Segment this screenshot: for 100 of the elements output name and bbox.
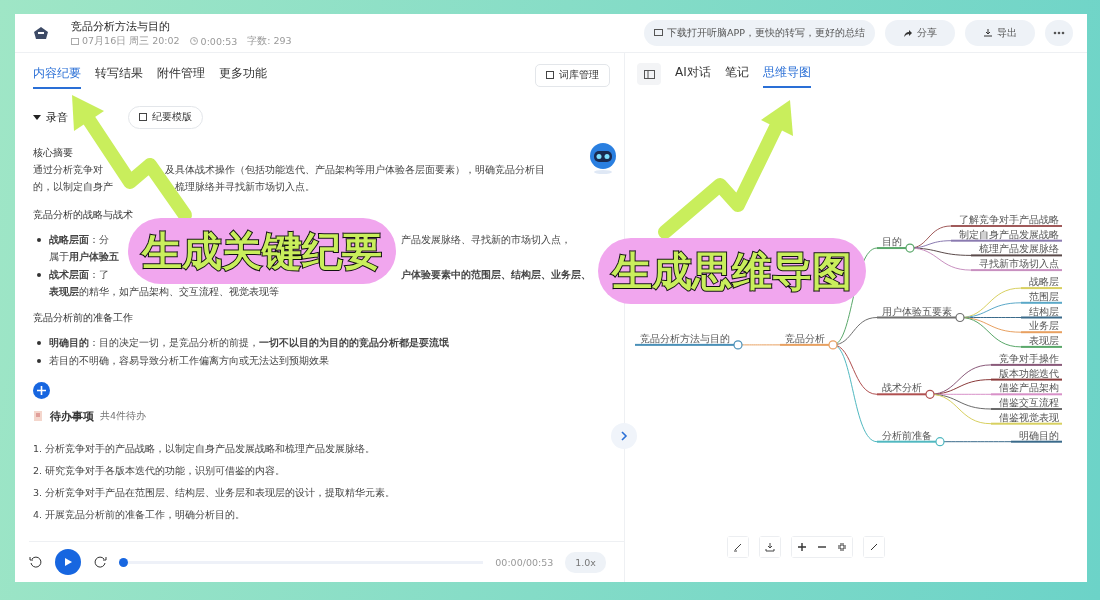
pencil-icon (733, 542, 743, 552)
node-label[interactable]: 竞争对手操作 (999, 352, 1059, 364)
calendar-icon (71, 37, 79, 45)
node-label[interactable]: 用户体验五要素 (882, 305, 952, 317)
bullet-text: 表现层的精华，如产品架构、交互流程、视觉表现等 (49, 285, 279, 299)
panel-tab[interactable]: 笔记 (724, 60, 749, 88)
content-tab[interactable]: 更多功能 (219, 61, 267, 89)
bullet-text: 战略层面：分 (49, 233, 109, 247)
todo-title: 待办事项 (50, 408, 94, 424)
annotation-sticker: 生成思维导图 (598, 238, 866, 304)
node-label[interactable]: 范围层 (1029, 290, 1059, 302)
node-label[interactable]: 业务层 (1029, 320, 1059, 332)
bullet-text: 战术层面：了 (49, 268, 109, 282)
todo-item: 1. 分析竞争对手的产品战略，以制定自身产品发展战略和梳理产品发展脉络。 (33, 442, 377, 456)
summary-text: 梳理脉络并寻找新市场切入点。 (175, 180, 315, 194)
bullet-dot (37, 340, 41, 345)
content-tab[interactable]: 内容纪要 (33, 61, 81, 89)
diagonal-icon (870, 543, 878, 551)
panel-tab[interactable]: 思维导图 (762, 60, 811, 88)
minus-icon (818, 543, 826, 551)
node-circle[interactable] (925, 389, 935, 399)
annotation-sticker: 生成关键纪要 (128, 218, 396, 284)
node-label[interactable]: 目的 (882, 236, 902, 248)
panel-icon (643, 69, 655, 79)
add-button[interactable] (33, 382, 50, 399)
plus-icon (798, 543, 806, 551)
summary-text: 通过分析竞争对 (33, 163, 103, 177)
bullet-dot (37, 272, 41, 277)
node-label[interactable]: 借鉴产品架构 (999, 382, 1059, 394)
bullet-text: 若目的不明确，容易导致分析工作偏离方向或无法达到预期效果 (49, 354, 329, 368)
content-tab[interactable]: 转写结果 (95, 61, 143, 89)
share-button[interactable]: 分享 (885, 20, 955, 46)
node-label[interactable]: 制定自身产品发展战略 (959, 228, 1059, 240)
rewind-icon[interactable] (29, 555, 43, 569)
download-icon (765, 542, 775, 552)
caret-icon (33, 113, 41, 121)
todo-count: 共4件待办 (100, 409, 147, 423)
glossary-button[interactable]: 词库管理 (535, 63, 610, 87)
node-circle[interactable] (935, 437, 945, 447)
export-button[interactable]: 导出 (965, 20, 1035, 46)
node-label[interactable]: 了解竞争对手产品战略 (959, 214, 1059, 225)
node-label[interactable]: 战术分析 (882, 382, 922, 394)
node-circle[interactable] (733, 340, 743, 350)
notepad-icon (33, 410, 44, 422)
todo-item: 4. 开展竞品分析前的准备工作，明确分析目的。 (33, 508, 247, 522)
todo-item: 3. 分析竞争对手产品在范围层、结构层、业务层和表现层的设计，提取精华元素。 (33, 486, 397, 500)
content-tab[interactable]: 附件管理 (157, 61, 205, 89)
summary-text: 及具体战术操作（包括功能迭代、产品架构等用户体验各层面要素），明确竞品分析目 (165, 163, 545, 177)
node-circle[interactable] (955, 312, 965, 323)
chevron-right-icon (619, 431, 629, 441)
node-circle[interactable] (828, 340, 838, 350)
bullet-text: 属于用户体验五 (49, 250, 119, 264)
node-label[interactable]: 梳理产品发展脉络 (979, 243, 1059, 255)
todo-item: 2. 研究竞争对手各版本迭代的功能，识别可借鉴的内容。 (33, 464, 287, 478)
plus-icon (37, 386, 46, 395)
bullet-text: 明确目的：目的决定一切，是竞品分析的前提，一切不以目的为目的的竞品分析都是耍流氓 (49, 336, 449, 350)
playback-time: 00:00/00:53 (495, 556, 554, 568)
summary-text: 的，以制定自身产 (33, 180, 113, 194)
node-label[interactable]: 寻找新市场切入点 (979, 258, 1059, 270)
panel-tab[interactable]: AI对话 (675, 60, 711, 88)
clock-icon (189, 37, 198, 45)
date-text: 07月16日 周三 20:02 (82, 34, 180, 48)
template-button[interactable]: 纪要模版 (128, 105, 203, 129)
node-label[interactable]: 竞品分析 (785, 332, 825, 344)
fit-icon (838, 543, 846, 551)
share-icon (903, 28, 913, 38)
section-heading: 核心摘要 (33, 146, 74, 160)
bullet-text: 户体验要素中的范围层、结构层、业务层、 (401, 268, 591, 282)
word-count: 字数: 293 (247, 34, 292, 48)
node-label[interactable]: 战略层 (1029, 276, 1059, 288)
bullet-dot (37, 358, 41, 363)
download-icon (983, 28, 993, 38)
bullet-text: 产品发展脉络、寻找新的市场切入点， (401, 233, 571, 247)
edit-button[interactable] (728, 537, 748, 557)
node-label[interactable]: 分析前准备 (882, 429, 932, 441)
play-button[interactable] (55, 549, 81, 575)
speed-button[interactable]: 1.0x (565, 551, 606, 573)
section-heading: 竞品分析前的准备工作 (33, 311, 134, 325)
expand-panel-button[interactable] (611, 423, 637, 449)
node-label[interactable]: 表现层 (1029, 334, 1059, 346)
sidebar-toggle-button[interactable] (637, 63, 661, 85)
recording-toggle[interactable]: 录音 (33, 109, 68, 125)
download-button[interactable] (760, 537, 780, 557)
bullet-dot (37, 237, 41, 242)
logo-icon (33, 25, 49, 41)
document-title: 竞品分析方法与目的 (71, 18, 171, 34)
download-app-banner[interactable]: 下载打开听脑APP，更快的转写，更好的总结 (644, 20, 875, 46)
node-label[interactable]: 竞品分析方法与目的 (640, 332, 730, 344)
node-circle[interactable] (905, 243, 915, 253)
more-icon (1053, 31, 1065, 35)
progress-thumb[interactable] (119, 557, 128, 567)
node-label[interactable]: 结构层 (1029, 305, 1059, 317)
node-label[interactable]: 版本功能迭代 (999, 367, 1059, 379)
monitor-icon (654, 29, 664, 37)
node-label[interactable]: 借鉴交互流程 (999, 397, 1059, 408)
forward-icon[interactable] (93, 555, 107, 569)
node-label[interactable]: 借鉴视觉表现 (999, 411, 1059, 423)
duration-text: 0:00:53 (200, 35, 238, 47)
play-icon (63, 557, 73, 567)
node-label[interactable]: 明确目的 (1019, 429, 1059, 441)
